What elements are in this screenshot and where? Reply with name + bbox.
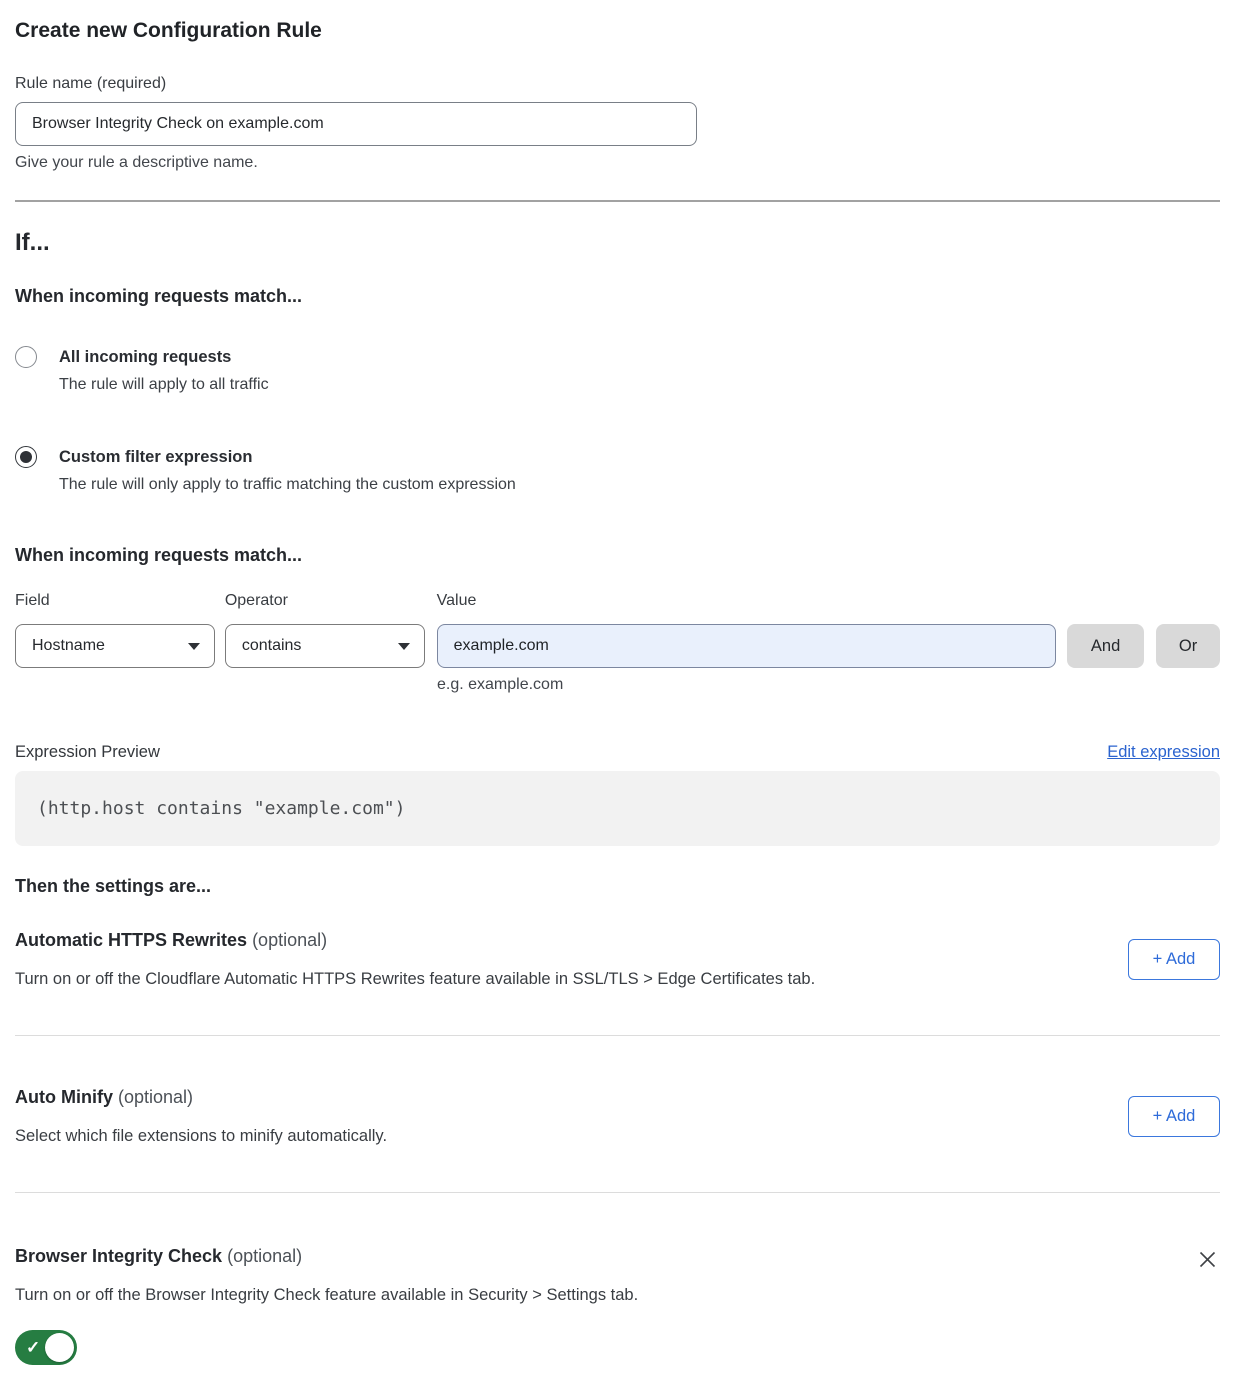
- operator-select[interactable]: contains: [225, 624, 425, 668]
- setting-description: Select which file extensions to minify a…: [15, 1126, 1128, 1147]
- field-select[interactable]: Hostname: [15, 624, 215, 668]
- setting-title-row: Auto Minify (optional): [15, 1086, 1128, 1109]
- field-select-value: Hostname: [32, 637, 105, 654]
- match-subheading: When incoming requests match...: [15, 285, 1220, 307]
- and-button[interactable]: And: [1067, 624, 1144, 668]
- chevron-down-icon: [398, 643, 410, 650]
- field-column: Field Hostname: [15, 591, 215, 668]
- page-title: Create new Configuration Rule: [15, 18, 1220, 44]
- or-button[interactable]: Or: [1156, 624, 1220, 668]
- value-label: Value: [437, 591, 1056, 611]
- setting-description: Turn on or off the Browser Integrity Che…: [15, 1285, 1195, 1306]
- radio-description: The rule will apply to all traffic: [59, 374, 269, 396]
- builder-heading: When incoming requests match...: [15, 544, 1220, 566]
- chevron-down-icon: [188, 643, 200, 650]
- setting-title: Browser Integrity Check: [15, 1246, 222, 1266]
- value-helper: e.g. example.com: [437, 675, 1220, 695]
- radio-unselected-icon[interactable]: [15, 346, 37, 368]
- setting-texts: Auto Minify (optional) Select which file…: [15, 1086, 1128, 1147]
- rule-name-group: Rule name (required) Give your rule a de…: [15, 74, 1220, 173]
- setting-texts: Browser Integrity Check (optional) Turn …: [15, 1245, 1195, 1370]
- expression-preview-code: (http.host contains "example.com"): [15, 771, 1220, 846]
- edit-expression-link[interactable]: Edit expression: [1107, 743, 1220, 762]
- value-input[interactable]: [437, 624, 1056, 668]
- rule-name-input[interactable]: [15, 102, 697, 146]
- section-divider: [15, 200, 1220, 202]
- radio-selected-icon[interactable]: [15, 446, 37, 468]
- rule-name-label: Rule name (required): [15, 75, 166, 92]
- remove-setting-button[interactable]: [1195, 1247, 1220, 1272]
- field-label: Field: [15, 591, 215, 611]
- setting-optional-tag: (optional): [227, 1246, 302, 1266]
- setting-texts: Automatic HTTPS Rewrites (optional) Turn…: [15, 929, 1128, 990]
- then-heading: Then the settings are...: [15, 875, 1220, 897]
- radio-label: Custom filter expression: [59, 446, 516, 468]
- setting-optional-tag: (optional): [252, 930, 327, 950]
- browser-integrity-check-toggle[interactable]: ✓: [15, 1330, 77, 1365]
- value-column: Value: [437, 591, 1056, 668]
- add-auto-minify-button[interactable]: + Add: [1128, 1096, 1220, 1137]
- setting-description: Turn on or off the Cloudflare Automatic …: [15, 969, 1128, 990]
- setting-optional-tag: (optional): [118, 1087, 193, 1107]
- rule-name-helper: Give your rule a descriptive name.: [15, 153, 1220, 173]
- setting-title: Automatic HTTPS Rewrites: [15, 930, 247, 950]
- if-heading: If...: [15, 228, 1220, 258]
- expression-builder-row: Field Hostname Operator contains Value A…: [15, 591, 1220, 668]
- close-icon: [1197, 1249, 1218, 1270]
- toggle-knob[interactable]: [45, 1333, 74, 1362]
- radio-texts: All incoming requests The rule will appl…: [59, 346, 269, 396]
- setting-title-row: Browser Integrity Check (optional): [15, 1245, 1195, 1268]
- radio-option-all-incoming[interactable]: All incoming requests The rule will appl…: [15, 346, 1220, 396]
- create-configuration-rule-page: Create new Configuration Rule Rule name …: [0, 0, 1237, 1370]
- expression-preview-label: Expression Preview: [15, 741, 160, 763]
- operator-select-value: contains: [242, 637, 302, 654]
- check-icon: ✓: [26, 1339, 40, 1356]
- setting-automatic-https-rewrites: Automatic HTTPS Rewrites (optional) Turn…: [15, 929, 1220, 1036]
- operator-column: Operator contains: [225, 591, 425, 668]
- expression-preview-header: Expression Preview Edit expression: [15, 741, 1220, 763]
- add-https-rewrites-button[interactable]: + Add: [1128, 939, 1220, 980]
- setting-browser-integrity-check: Browser Integrity Check (optional) Turn …: [15, 1193, 1220, 1370]
- radio-option-custom-filter[interactable]: Custom filter expression The rule will o…: [15, 446, 1220, 496]
- radio-description: The rule will only apply to traffic matc…: [59, 474, 516, 496]
- operator-label: Operator: [225, 591, 425, 611]
- setting-auto-minify: Auto Minify (optional) Select which file…: [15, 1036, 1220, 1193]
- setting-title: Auto Minify: [15, 1087, 113, 1107]
- radio-texts: Custom filter expression The rule will o…: [59, 446, 516, 496]
- radio-label: All incoming requests: [59, 346, 269, 368]
- setting-title-row: Automatic HTTPS Rewrites (optional): [15, 929, 1128, 952]
